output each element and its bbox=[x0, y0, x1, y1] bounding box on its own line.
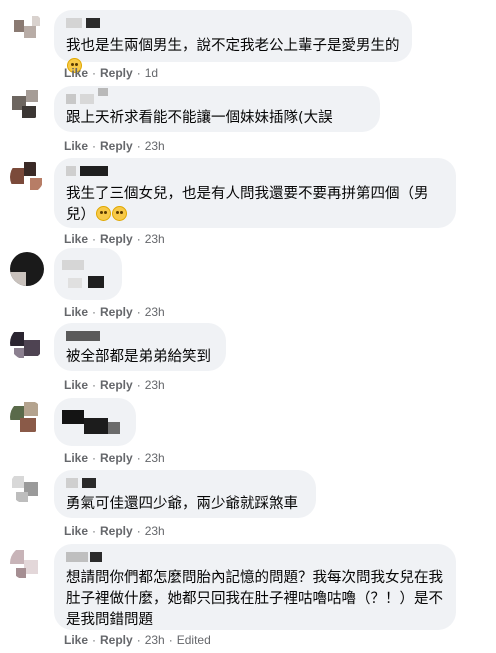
comment-text: 跟上天祈求看能不能讓一個妹妹插隊(大誤 bbox=[66, 110, 333, 126]
comment-timestamp[interactable]: 23h bbox=[145, 305, 165, 319]
comment-actions: Like · Reply · 23h bbox=[64, 305, 165, 319]
comment-bubble: 我生了三個女兒，也是有人問我還要不要再拼第四個（男兒） bbox=[54, 158, 456, 228]
comment-timestamp[interactable]: 23h bbox=[145, 451, 165, 465]
comment-actions: Like · Reply · 23h bbox=[64, 232, 165, 246]
redacted-content bbox=[62, 260, 84, 270]
comment-actions: Like · Reply · 1d bbox=[64, 66, 159, 80]
comment-bubble: 跟上天祈求看能不能讓一個妹妹插隊(大誤 bbox=[54, 86, 380, 132]
commenter-name-redacted[interactable] bbox=[66, 550, 444, 566]
comment-text: 勇氣可佳還四少爺，兩少爺就踩煞車 bbox=[66, 496, 298, 512]
comment-timestamp[interactable]: 23h bbox=[145, 378, 165, 392]
comment-timestamp[interactable]: 23h bbox=[145, 524, 165, 538]
comment-timestamp[interactable]: 1d bbox=[145, 66, 158, 80]
avatar[interactable] bbox=[10, 252, 44, 286]
like-link[interactable]: Like bbox=[64, 66, 88, 80]
redacted-content bbox=[68, 278, 82, 288]
avatar[interactable] bbox=[10, 326, 44, 360]
commenter-name-redacted[interactable] bbox=[66, 329, 214, 345]
reply-link[interactable]: Reply bbox=[100, 524, 133, 538]
avatar[interactable] bbox=[10, 86, 44, 120]
comment-timestamp[interactable]: 23h bbox=[145, 232, 165, 246]
like-link[interactable]: Like bbox=[64, 232, 88, 246]
reply-link[interactable]: Reply bbox=[100, 232, 133, 246]
redacted-content bbox=[108, 422, 120, 434]
reply-link[interactable]: Reply bbox=[100, 305, 133, 319]
like-link[interactable]: Like bbox=[64, 305, 88, 319]
commenter-name-redacted[interactable] bbox=[66, 88, 368, 108]
comment-timestamp[interactable]: 23h bbox=[145, 139, 165, 153]
commenter-name-redacted[interactable] bbox=[66, 16, 400, 32]
avatar[interactable] bbox=[10, 12, 44, 46]
commenter-name-redacted[interactable] bbox=[66, 164, 444, 180]
redacted-content bbox=[84, 418, 108, 434]
avatar[interactable] bbox=[10, 546, 44, 580]
comment-bubble: 我也是生兩個男生，說不定我老公上輩子是愛男生的 bbox=[54, 10, 412, 73]
comment-bubble bbox=[54, 398, 136, 446]
redacted-content bbox=[62, 410, 84, 424]
reply-link[interactable]: Reply bbox=[100, 633, 133, 647]
comment-bubble: 被全部都是弟弟給笑到 bbox=[54, 323, 226, 371]
like-link[interactable]: Like bbox=[64, 633, 88, 647]
comment-timestamp[interactable]: 23h bbox=[145, 633, 165, 647]
comment-actions: Like · Reply · 23h · Edited bbox=[64, 633, 211, 647]
comment-text: 想請問你們都怎麼問胎內記憶的問題？我每次問我女兒在我肚子裡做什麼，她都只回我在肚… bbox=[66, 570, 443, 628]
rolling-eyes-face-icon bbox=[96, 206, 111, 221]
avatar[interactable] bbox=[10, 160, 44, 194]
comment-actions: Like · Reply · 23h bbox=[64, 139, 165, 153]
comment-text: 我生了三個女兒，也是有人問我還要不要再拼第四個（男兒） bbox=[66, 186, 429, 223]
comment-actions: Like · Reply · 23h bbox=[64, 524, 165, 538]
comment-actions: Like · Reply · 23h bbox=[64, 378, 165, 392]
reply-link[interactable]: Reply bbox=[100, 66, 133, 80]
comment-actions: Like · Reply · 23h bbox=[64, 451, 165, 465]
avatar[interactable] bbox=[10, 470, 44, 504]
comment-bubble: 勇氣可佳還四少爺，兩少爺就踩煞車 bbox=[54, 470, 316, 518]
comment-bubble: 想請問你們都怎麼問胎內記憶的問題？我每次問我女兒在我肚子裡做什麼，她都只回我在肚… bbox=[54, 544, 456, 630]
like-link[interactable]: Like bbox=[64, 139, 88, 153]
avatar[interactable] bbox=[10, 400, 44, 434]
redacted-content bbox=[88, 276, 104, 288]
rolling-eyes-face-icon bbox=[112, 206, 127, 221]
like-link[interactable]: Like bbox=[64, 524, 88, 538]
comment-text: 被全部都是弟弟給笑到 bbox=[66, 349, 211, 365]
like-link[interactable]: Like bbox=[64, 451, 88, 465]
comment-bubble bbox=[54, 248, 122, 300]
reply-link[interactable]: Reply bbox=[100, 451, 133, 465]
reply-link[interactable]: Reply bbox=[100, 139, 133, 153]
like-link[interactable]: Like bbox=[64, 378, 88, 392]
reply-link[interactable]: Reply bbox=[100, 378, 133, 392]
edited-label: Edited bbox=[176, 633, 211, 647]
commenter-name-redacted[interactable] bbox=[66, 476, 304, 492]
